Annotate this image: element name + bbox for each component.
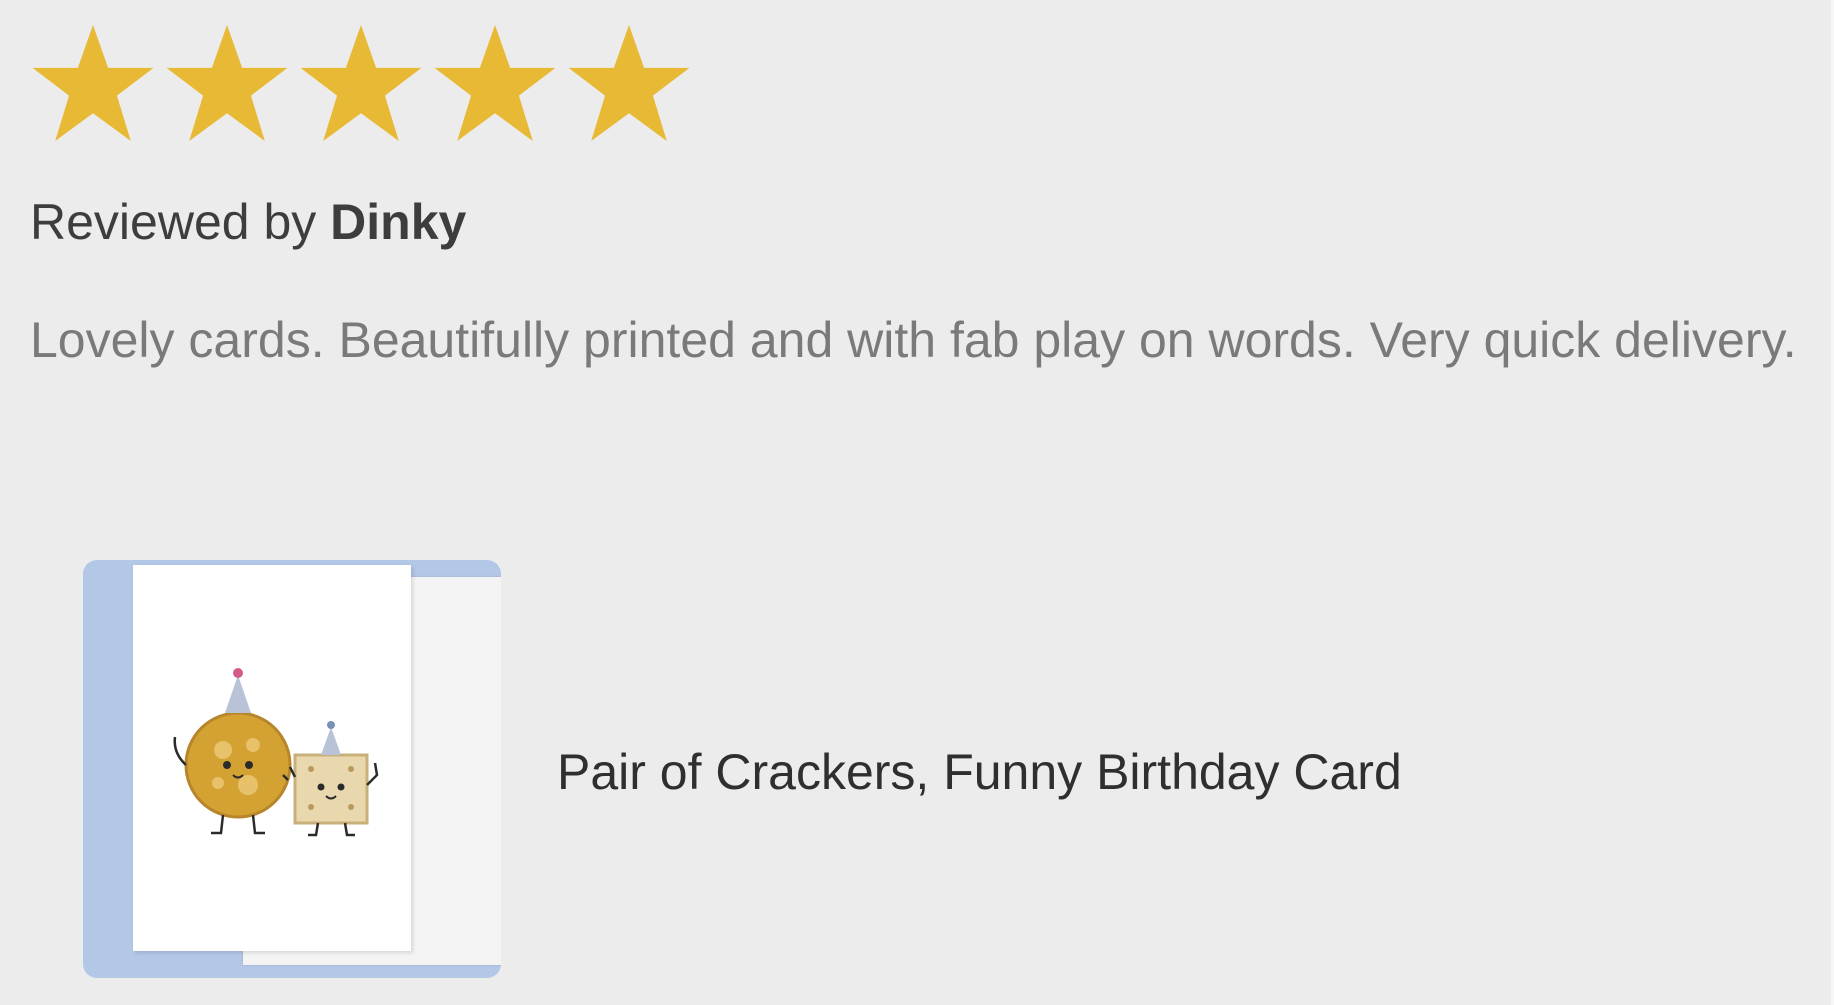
review-card: Reviewed by Dinky Lovely cards. Beautifu…	[0, 0, 1834, 1005]
card-front-image	[133, 565, 411, 951]
review-body: Lovely cards. Beautifully printed and wi…	[30, 312, 1797, 368]
star-icon	[30, 20, 156, 146]
reviewer-name: Dinky	[330, 194, 467, 250]
reviewed-by-label: Reviewed by	[30, 194, 317, 250]
crackers-illustration	[173, 668, 379, 837]
star-icon	[298, 20, 424, 146]
product-title-link[interactable]: Pair of Crackers, Funny Birthday Card	[557, 742, 1402, 802]
product-image[interactable]	[83, 560, 501, 978]
star-icon	[432, 20, 558, 146]
star-icon	[164, 20, 290, 146]
star-icon	[566, 20, 692, 146]
star-rating	[30, 20, 692, 150]
reviewer-line: Reviewed by Dinky	[30, 192, 466, 252]
